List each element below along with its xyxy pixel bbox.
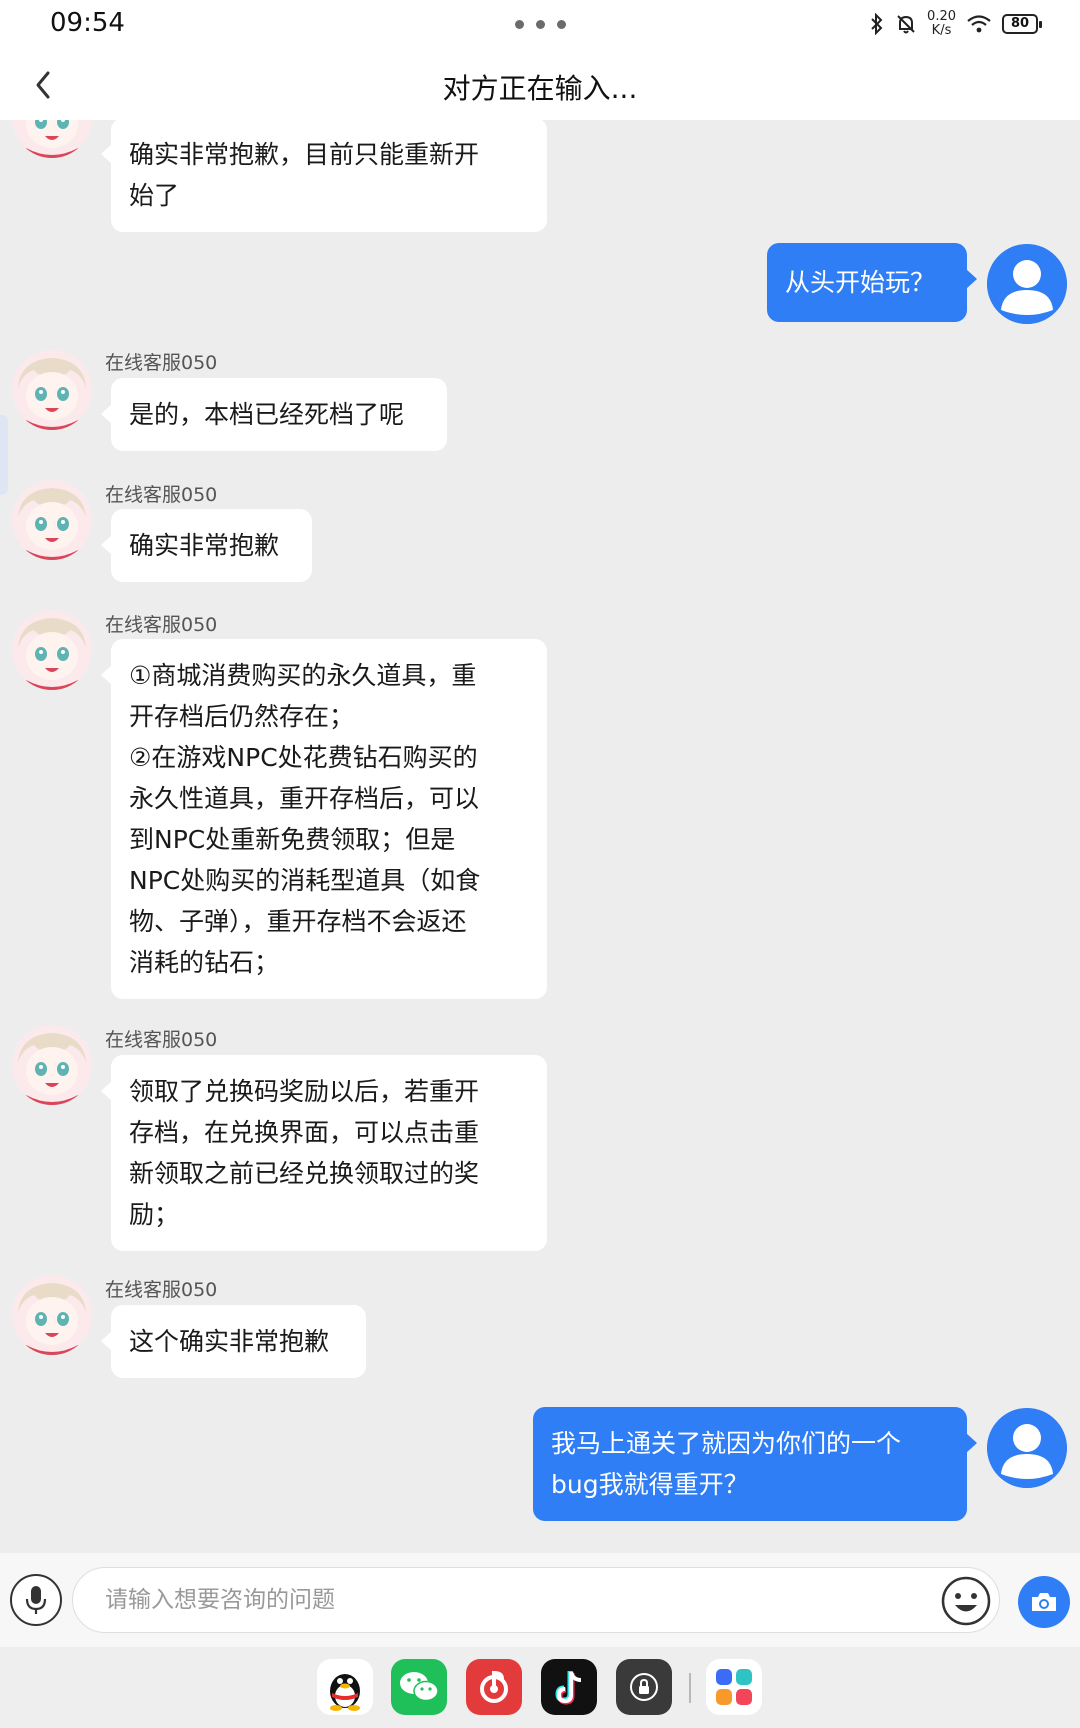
agent-message[interactable]: 确实非常抱歉，目前只能重新开 始了 (101, 120, 547, 232)
agent-name: 在线客服050 (105, 1279, 218, 1301)
anime-girl-avatar (12, 610, 92, 690)
message-input[interactable] (72, 1567, 1000, 1633)
qq-icon[interactable] (317, 1659, 373, 1715)
microphone-icon (25, 1586, 47, 1614)
agent-avatar[interactable] (12, 480, 92, 560)
mute-bell-icon (897, 15, 915, 34)
bluetooth-icon (871, 13, 883, 35)
agent-name: 在线客服050 (105, 614, 218, 636)
anime-girl-avatar (12, 350, 92, 430)
agent-avatar[interactable] (12, 120, 92, 158)
smiley-icon (941, 1576, 991, 1626)
agent-avatar[interactable] (12, 1025, 92, 1105)
emoji-button[interactable] (940, 1575, 992, 1627)
agent-name: 在线客服050 (105, 1029, 218, 1051)
wifi-icon (967, 15, 991, 33)
net-speed: 0.20 K/s (927, 9, 956, 38)
app-drawer-icon[interactable] (706, 1659, 762, 1715)
agent-name: 在线客服050 (105, 484, 218, 506)
agent-avatar[interactable] (12, 610, 92, 690)
agent-message[interactable]: 确实非常抱歉 (101, 509, 312, 582)
screen-lock-icon[interactable] (616, 1659, 672, 1715)
agent-message[interactable]: 领取了兑换码奖励以后，若重开 存档，在兑换界面，可以点击重 新领取之前已经兑换领… (101, 1055, 547, 1251)
anime-girl-avatar (12, 1275, 92, 1355)
status-bar: 09:54 0.20 K/s 80 (0, 0, 1080, 50)
chat-list[interactable]: 确实非常抱歉，目前只能重新开 始了 从头开始玩？ 在线客服050 是的，本档已经… (0, 120, 1080, 1550)
agent-message[interactable]: ①商城消费购买的永久道具，重 开存档后仍然存在； ②在游戏NPC处花费钻石购买的… (101, 639, 547, 999)
agent-name: 在线客服050 (105, 352, 218, 374)
tiktok-icon[interactable] (541, 1659, 597, 1715)
camera-button[interactable] (1018, 1576, 1070, 1628)
input-bar (0, 1553, 1080, 1647)
chat-header: 对方正在输入... (0, 50, 1080, 120)
user-message[interactable]: 我马上通关了就因为你们的一个 bug我就得重开？ (533, 1407, 977, 1521)
app-dock (0, 1647, 1080, 1728)
user-avatar[interactable] (987, 244, 1067, 324)
agent-avatar[interactable] (12, 1275, 92, 1355)
user-avatar[interactable] (987, 1408, 1067, 1488)
dock-divider (689, 1673, 691, 1703)
anime-girl-avatar (12, 1025, 92, 1105)
person-icon (987, 1408, 1067, 1488)
anime-girl-avatar (12, 480, 92, 560)
camera-icon (1032, 1593, 1056, 1611)
voice-input-button[interactable] (10, 1574, 62, 1626)
chevron-left-icon (36, 71, 50, 99)
wechat-icon[interactable] (391, 1659, 447, 1715)
anime-girl-avatar (12, 120, 92, 158)
agent-avatar[interactable] (12, 350, 92, 430)
status-icons: 0.20 K/s 80 (869, 9, 1042, 38)
back-button[interactable] (18, 60, 68, 110)
battery-icon: 80 (1002, 14, 1042, 34)
multitask-dots-icon[interactable] (515, 20, 566, 29)
netease-music-icon[interactable] (466, 1659, 522, 1715)
agent-message[interactable]: 这个确实非常抱歉 (101, 1305, 366, 1378)
status-time: 09:54 (50, 8, 125, 38)
person-icon (987, 244, 1067, 324)
user-message[interactable]: 从头开始玩？ (767, 243, 977, 322)
agent-message[interactable]: 是的，本档已经死档了呢 (101, 378, 447, 451)
page-title: 对方正在输入... (442, 72, 638, 105)
